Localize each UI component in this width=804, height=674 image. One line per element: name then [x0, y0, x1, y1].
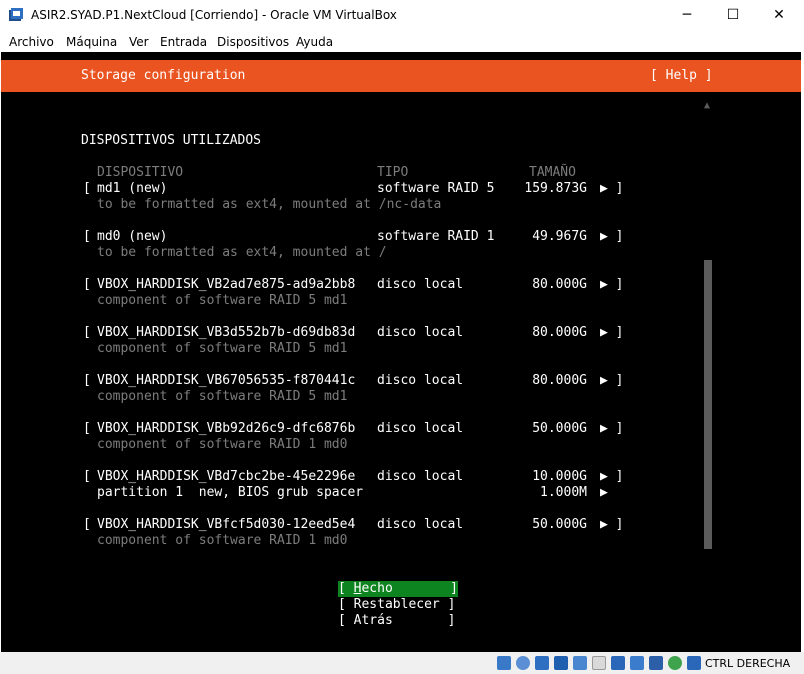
- section-title: DISPOSITIVOS UTILIZADOS: [81, 133, 262, 148]
- device-type: software RAID 1: [377, 229, 495, 244]
- device-type: software RAID 5: [377, 181, 495, 196]
- device-size: 50.000G: [532, 421, 587, 436]
- device-detail: component of software RAID 5 md1: [97, 293, 348, 308]
- device-name[interactable]: VBOX_HARDDISK_VBfcf5d030-12eed5e4: [97, 517, 355, 533]
- virtualization-icon[interactable]: [649, 656, 663, 670]
- optical-disk-icon[interactable]: [516, 656, 530, 670]
- row-menu-arrow[interactable]: ▶ ]: [600, 517, 623, 533]
- scroll-up-icon[interactable]: ▲: [704, 100, 710, 111]
- menu-ayuda[interactable]: Ayuda: [296, 35, 333, 49]
- device-detail: to be formatted as ext4, mounted at /nc-…: [97, 197, 442, 212]
- row-bracket[interactable]: [: [83, 517, 91, 533]
- row-bracket[interactable]: [: [83, 181, 91, 197]
- device-size: 49.967G: [532, 229, 587, 244]
- menu-maquina[interactable]: Máquina: [66, 35, 117, 49]
- row-bracket[interactable]: [: [83, 325, 91, 341]
- done-close: ]: [450, 581, 458, 596]
- window-title: ASIR2.SYAD.P1.NextCloud [Corriendo] - Or…: [31, 8, 397, 22]
- video-capture-icon[interactable]: [630, 656, 644, 670]
- device-size: 80.000G: [532, 277, 587, 292]
- device-size: 159.873G: [524, 181, 587, 196]
- partition-name[interactable]: partition 1 new, BIOS grub spacer: [97, 485, 363, 501]
- partition-menu-arrow[interactable]: ▶: [600, 485, 608, 501]
- device-name[interactable]: VBOX_HARDDISK_VB67056535-f870441c: [97, 373, 355, 389]
- row-menu-arrow[interactable]: ▶ ]: [600, 229, 623, 245]
- row-bracket[interactable]: [: [83, 469, 91, 485]
- done-open: [: [338, 581, 354, 596]
- device-type: disco local: [377, 325, 464, 340]
- device-type: disco local: [377, 277, 464, 292]
- hard-disk-icon[interactable]: [497, 656, 511, 670]
- row-bracket[interactable]: [: [83, 421, 91, 437]
- back-button[interactable]: [ Atrás ]: [338, 613, 458, 629]
- installer-header: Storage configuration [ Help ]: [1, 60, 801, 92]
- row-menu-arrow[interactable]: ▶ ]: [600, 277, 623, 293]
- network-icon[interactable]: [554, 656, 568, 670]
- device-name[interactable]: md1 (new): [97, 181, 167, 197]
- help-button[interactable]: [ Help ]: [650, 68, 713, 83]
- audio-icon[interactable]: [535, 656, 549, 670]
- menu-bar: Archivo Máquina Ver Entrada Dispositivos…: [0, 31, 804, 52]
- column-header-device: DISPOSITIVO: [97, 165, 184, 180]
- vm-screen[interactable]: Storage configuration [ Help ] ▲ DISPOSI…: [1, 52, 801, 652]
- menu-entrada[interactable]: Entrada: [160, 35, 207, 49]
- device-name[interactable]: VBOX_HARDDISK_VBd7cbc2be-45e2296e: [97, 469, 355, 485]
- done-button[interactable]: [ Hecho]: [338, 581, 458, 597]
- maximize-button[interactable]: ☐: [710, 0, 756, 31]
- device-name[interactable]: md0 (new): [97, 229, 167, 245]
- minimize-button[interactable]: ─: [664, 0, 710, 31]
- device-type: disco local: [377, 469, 464, 484]
- device-size: 80.000G: [532, 325, 587, 340]
- page-title: Storage configuration: [81, 68, 246, 83]
- menu-ver[interactable]: Ver: [129, 35, 149, 49]
- row-bracket[interactable]: [: [83, 373, 91, 389]
- device-detail: component of software RAID 5 md1: [97, 389, 348, 404]
- partition-size: 1.000M: [540, 485, 587, 500]
- scrollbar[interactable]: [704, 260, 712, 549]
- menu-dispositivos[interactable]: Dispositivos: [217, 35, 289, 49]
- mouse-integration-icon[interactable]: [668, 656, 682, 670]
- shared-folders-icon[interactable]: [592, 656, 606, 670]
- row-menu-arrow[interactable]: ▶ ]: [600, 181, 623, 197]
- done-label: echo: [361, 581, 393, 596]
- device-size: 10.000G: [532, 469, 587, 484]
- host-key-label: CTRL DERECHA: [705, 657, 791, 670]
- device-name[interactable]: VBOX_HARDDISK_VB2ad7e875-ad9a2bb8: [97, 277, 355, 293]
- display-icon[interactable]: [611, 656, 625, 670]
- device-type: disco local: [377, 517, 464, 532]
- device-detail: component of software RAID 1 md0: [97, 437, 348, 452]
- keyboard-icon[interactable]: [687, 656, 701, 670]
- device-name[interactable]: VBOX_HARDDISK_VBb92d26c9-dfc6876b: [97, 421, 355, 437]
- row-bracket[interactable]: [: [83, 277, 91, 293]
- row-menu-arrow[interactable]: ▶ ]: [600, 373, 623, 389]
- status-bar: CTRL DERECHA: [0, 652, 804, 674]
- device-detail: component of software RAID 1 md0: [97, 533, 348, 548]
- row-menu-arrow[interactable]: ▶ ]: [600, 469, 623, 485]
- row-menu-arrow[interactable]: ▶ ]: [600, 421, 623, 437]
- menu-archivo[interactable]: Archivo: [9, 35, 54, 49]
- device-type: disco local: [377, 421, 464, 436]
- window-titlebar[interactable]: ASIR2.SYAD.P1.NextCloud [Corriendo] - Or…: [0, 0, 804, 31]
- device-name[interactable]: VBOX_HARDDISK_VB3d552b7b-d69db83d: [97, 325, 355, 341]
- reset-button[interactable]: [ Restablecer ]: [338, 597, 458, 613]
- row-bracket[interactable]: [: [83, 229, 91, 245]
- virtualbox-icon: [9, 8, 23, 21]
- device-detail: to be formatted as ext4, mounted at /: [97, 245, 387, 260]
- column-header-type: TIPO: [377, 165, 409, 180]
- usb-icon[interactable]: [573, 656, 587, 670]
- device-type: disco local: [377, 373, 464, 388]
- row-menu-arrow[interactable]: ▶ ]: [600, 325, 623, 341]
- device-size: 50.000G: [532, 517, 587, 532]
- column-header-size: TAMAÑO: [529, 165, 576, 180]
- device-detail: component of software RAID 5 md1: [97, 341, 348, 356]
- close-button[interactable]: ✕: [756, 0, 802, 31]
- device-size: 80.000G: [532, 373, 587, 388]
